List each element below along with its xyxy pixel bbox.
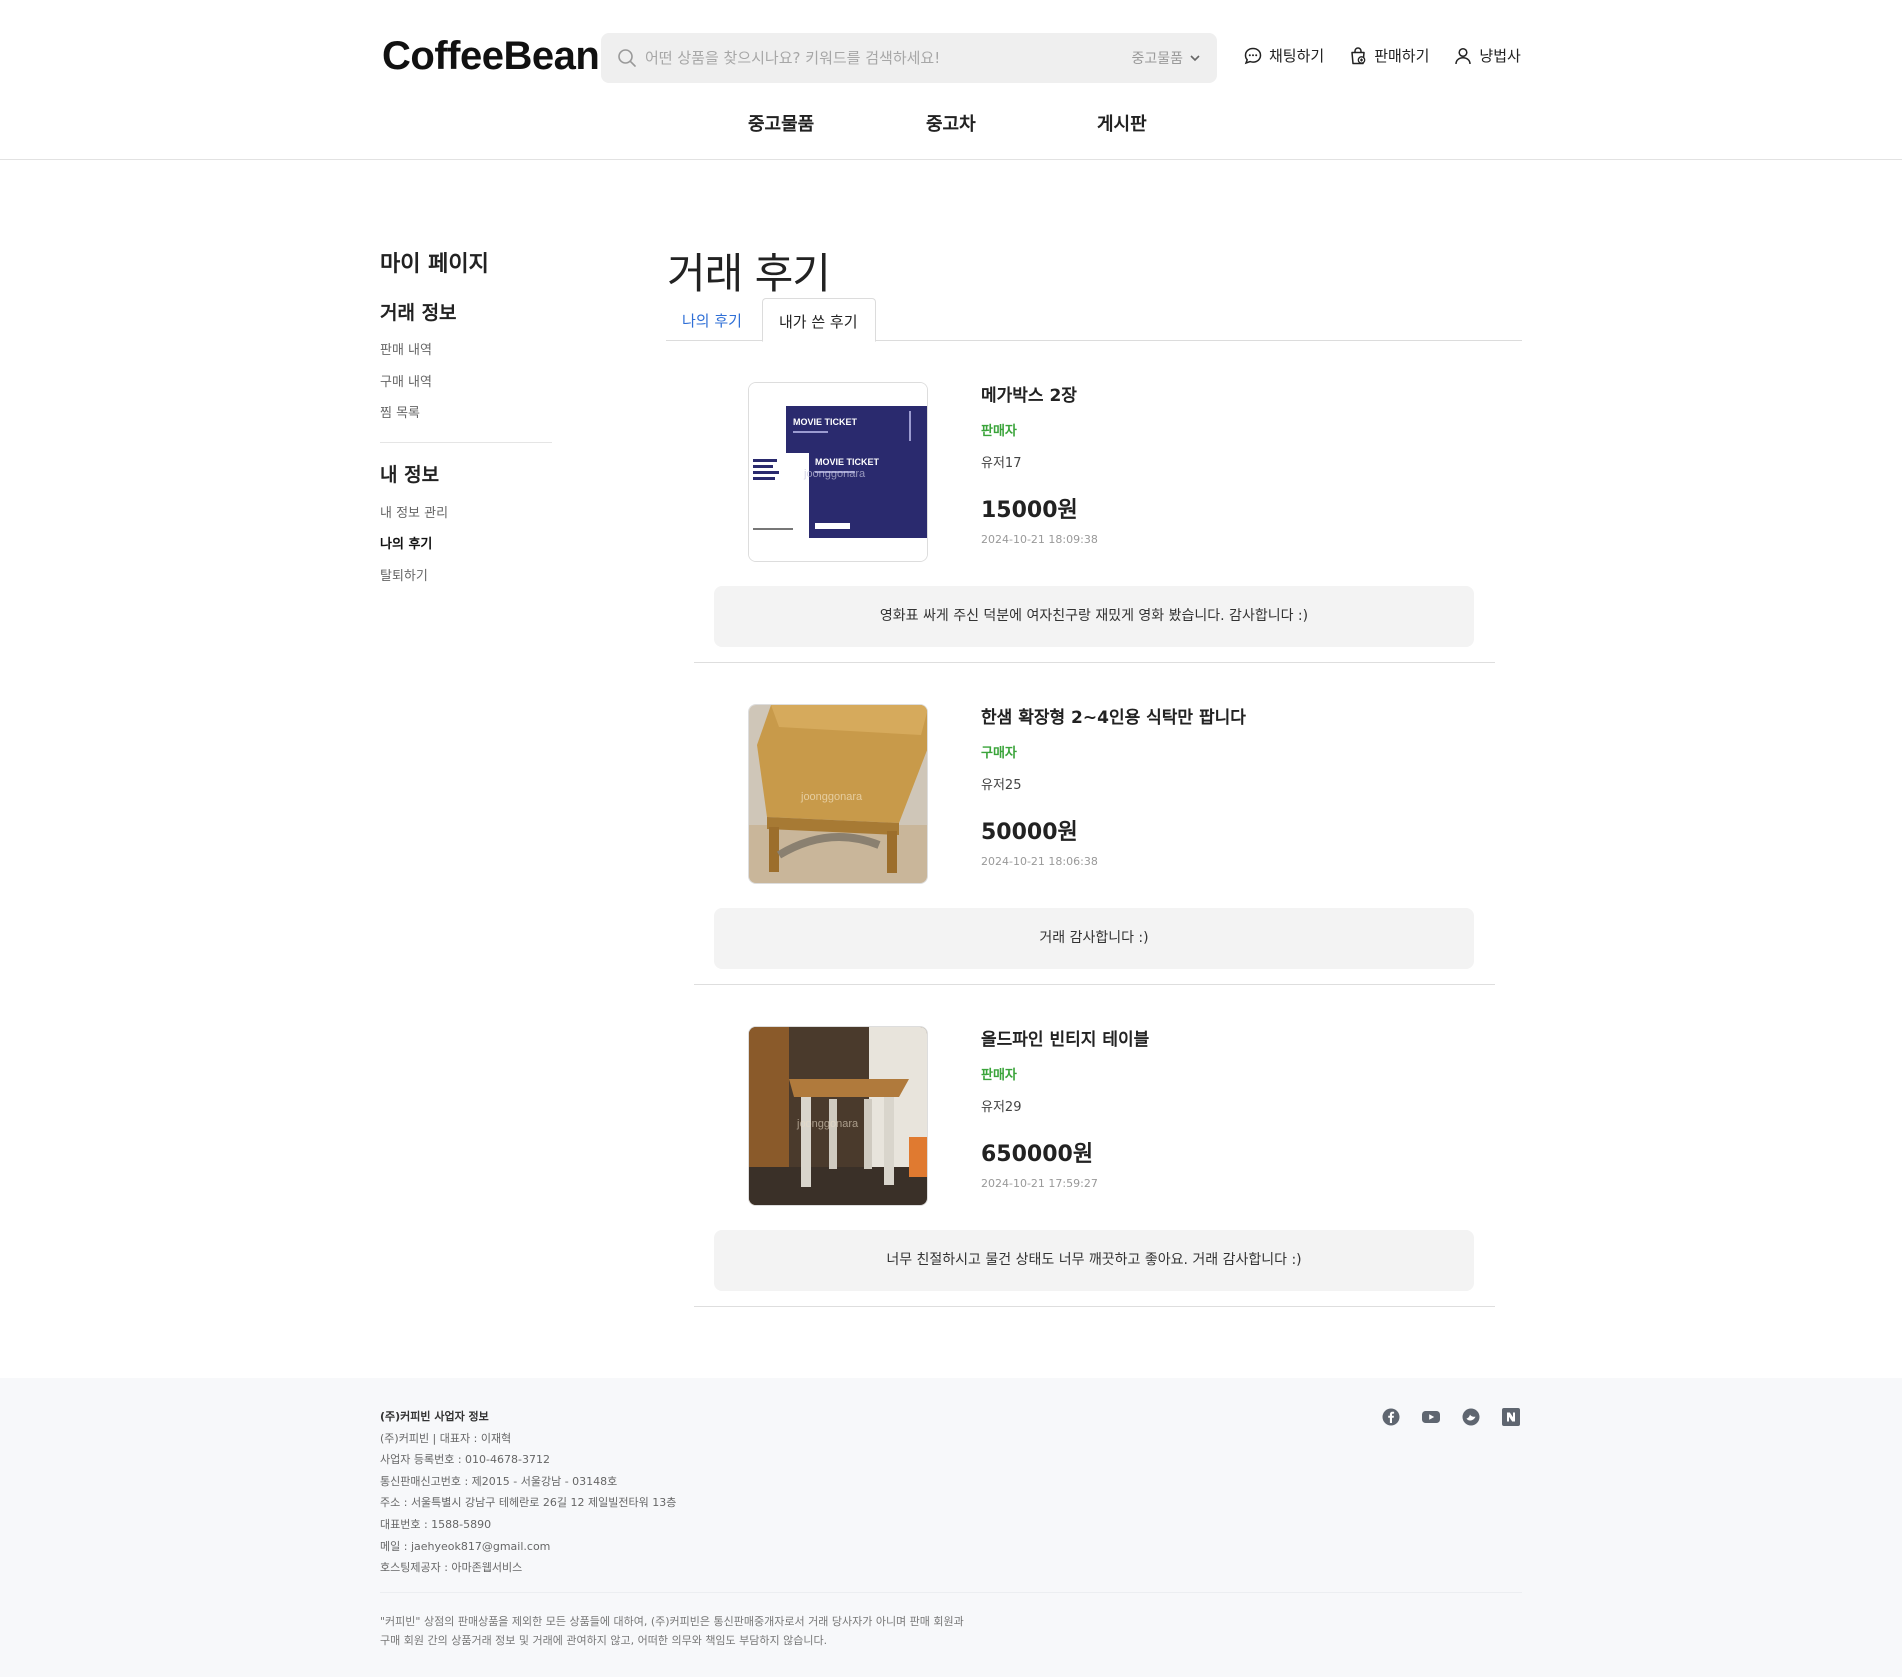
product-image[interactable]: joonggonara: [748, 704, 928, 884]
sidebar-item-wishlist[interactable]: 찜 목록: [380, 402, 420, 421]
review-date: 2024-10-21 18:09:38: [981, 533, 1098, 546]
sell-button[interactable]: 판매하기: [1348, 45, 1429, 66]
svg-text:joonggonara: joonggonara: [796, 1118, 859, 1130]
company-info-title: (주)커피빈 사업자 정보: [380, 1410, 489, 1423]
company-info-line: 대표번호 : 1588-5890: [380, 1517, 492, 1531]
review-product-title[interactable]: 한샘 확장형 2~4인용 식탁만 팝니다: [981, 703, 1246, 728]
tab-written-reviews[interactable]: 내가 쓴 후기: [762, 298, 876, 342]
search-category-select[interactable]: 중고물품: [1131, 48, 1201, 68]
company-info-line: (주)커피빈 | 대표자 : 이재혁: [380, 1431, 512, 1445]
review-date: 2024-10-21 17:59:27: [981, 1177, 1098, 1190]
search-category-label: 중고물품: [1131, 51, 1183, 67]
review-role-badge: 판매자: [981, 1068, 1017, 1083]
sidebar-item-withdraw[interactable]: 탈퇴하기: [380, 565, 428, 584]
product-image[interactable]: MOVIE TICKET MOVIE TICKET joonggonara: [748, 382, 928, 562]
company-info: (주)커피빈 사업자 정보 (주)커피빈 | 대표자 : 이재혁 사업자 등록번…: [380, 1406, 676, 1579]
search-input[interactable]: [645, 41, 1065, 75]
footer-divider: [380, 1592, 1522, 1593]
movie-ticket-photo: MOVIE TICKET MOVIE TICKET joonggonara: [749, 383, 927, 561]
product-image[interactable]: joonggonara: [748, 1026, 928, 1206]
review-item: joonggonara 한샘 확장형 2~4인용 식탁만 팝니다 구매자 유저2…: [694, 663, 1495, 985]
sidebar-section-trade: 거래 정보: [380, 302, 457, 324]
company-info-line: 호스팅제공자 : 아마존웹서비스: [380, 1561, 523, 1575]
sidebar-item-sales-history[interactable]: 판매 내역: [380, 339, 432, 358]
chat-icon: [1244, 47, 1262, 64]
user-icon: [1455, 47, 1472, 64]
chat-label: 채팅하기: [1269, 47, 1325, 65]
svg-text:joonggonara: joonggonara: [803, 468, 866, 480]
search-bar[interactable]: 중고물품: [601, 33, 1217, 83]
review-user-name: 유저17: [981, 456, 1022, 471]
review-comment: 영화표 싸게 주신 덕분에 여자친구랑 재밌게 영화 봤습니다. 감사합니다 :…: [714, 586, 1474, 647]
company-info-line: 주소 : 서울특별시 강남구 테헤란로 26길 12 제일빌전타워 13층: [380, 1496, 677, 1510]
svg-text:MOVIE TICKET: MOVIE TICKET: [815, 457, 880, 467]
review-comment: 거래 감사합니다 :): [714, 908, 1474, 969]
review-price: 50000원: [981, 820, 1078, 845]
svg-text:joonggonara: joonggonara: [800, 791, 863, 803]
wooden-table-photo: joonggonara: [749, 705, 927, 883]
review-price: 15000원: [981, 498, 1078, 523]
youtube-icon[interactable]: [1422, 1408, 1440, 1426]
nav-board[interactable]: 게시판: [1097, 110, 1147, 136]
review-product-title[interactable]: 올드파인 빈티지 테이블: [981, 1025, 1149, 1050]
tab-my-reviews[interactable]: 나의 후기: [666, 298, 758, 341]
review-price: 650000원: [981, 1142, 1094, 1167]
sidebar-item-my-reviews[interactable]: 나의 후기: [380, 533, 432, 552]
chevron-down-icon: [1190, 55, 1200, 62]
site-footer: (주)커피빈 사업자 정보 (주)커피빈 | 대표자 : 이재혁 사업자 등록번…: [0, 1378, 1902, 1677]
shopping-bag-icon: [1351, 46, 1366, 64]
review-role-badge: 구매자: [981, 746, 1017, 761]
vintage-table-photo: joonggonara: [749, 1027, 927, 1205]
review-product-title[interactable]: 메가박스 2장: [981, 381, 1098, 406]
facebook-icon[interactable]: [1382, 1408, 1400, 1426]
chat-button[interactable]: 채팅하기: [1243, 45, 1324, 66]
sidebar-item-purchase-history[interactable]: 구매 내역: [380, 371, 432, 390]
footer-notice: "커피빈" 상점의 판매상품을 제외한 모든 상품들에 대하여, (주)커피빈은…: [380, 1612, 1000, 1650]
review-item: joonggonara 올드파인 빈티지 테이블 판매자 유저29 650000…: [694, 985, 1495, 1307]
user-name: 냥법사: [1479, 47, 1521, 65]
sidebar-title: 마이 페이지: [380, 252, 489, 277]
user-menu-button[interactable]: 냥법사: [1453, 45, 1521, 66]
social-links: [1382, 1408, 1520, 1426]
review-user-name: 유저29: [981, 1100, 1022, 1115]
sidebar-section-my-info: 내 정보: [380, 464, 440, 486]
sell-label: 판매하기: [1374, 47, 1430, 65]
review-comment: 너무 친절하시고 물건 상태도 너무 깨끗하고 좋아요. 거래 감사합니다 :): [714, 1230, 1474, 1291]
nav-used-goods[interactable]: 중고물품: [748, 110, 814, 136]
review-user-name: 유저25: [981, 778, 1022, 793]
sidebar-divider: [380, 442, 552, 443]
blog-icon[interactable]: [1462, 1408, 1480, 1426]
review-tabs: 나의 후기 내가 쓴 후기: [666, 298, 1522, 342]
review-item: MOVIE TICKET MOVIE TICKET joonggonara 메가…: [694, 341, 1495, 663]
logo[interactable]: CoffeeBean: [382, 34, 600, 79]
company-info-line: 메일 : jaehyeok817@gmail.com: [380, 1539, 551, 1553]
search-icon: [618, 49, 636, 67]
company-info-line: 사업자 등록번호 : 010-4678-3712: [380, 1453, 550, 1467]
naver-icon[interactable]: [1502, 1408, 1520, 1426]
sidebar-item-manage-info[interactable]: 내 정보 관리: [380, 502, 448, 521]
review-role-badge: 판매자: [981, 424, 1017, 439]
page-title: 거래 후기: [667, 249, 831, 298]
review-date: 2024-10-21 18:06:38: [981, 855, 1098, 868]
site-header: CoffeeBean 중고물품 채팅하기: [0, 0, 1902, 160]
nav-used-cars[interactable]: 중고차: [926, 110, 976, 136]
company-info-line: 통신판매신고번호 : 제2015 - 서울강남 - 03148호: [380, 1474, 618, 1488]
footer-notice-line: "커피빈" 상점의 판매상품을 제외한 모든 상품들에 대하여, (주)커피빈은…: [380, 1615, 964, 1628]
footer-notice-line: 구매 회원 간의 상품거래 정보 및 거래에 관여하지 않고, 어떠한 의무와 …: [380, 1634, 828, 1647]
svg-text:MOVIE TICKET: MOVIE TICKET: [793, 417, 858, 427]
